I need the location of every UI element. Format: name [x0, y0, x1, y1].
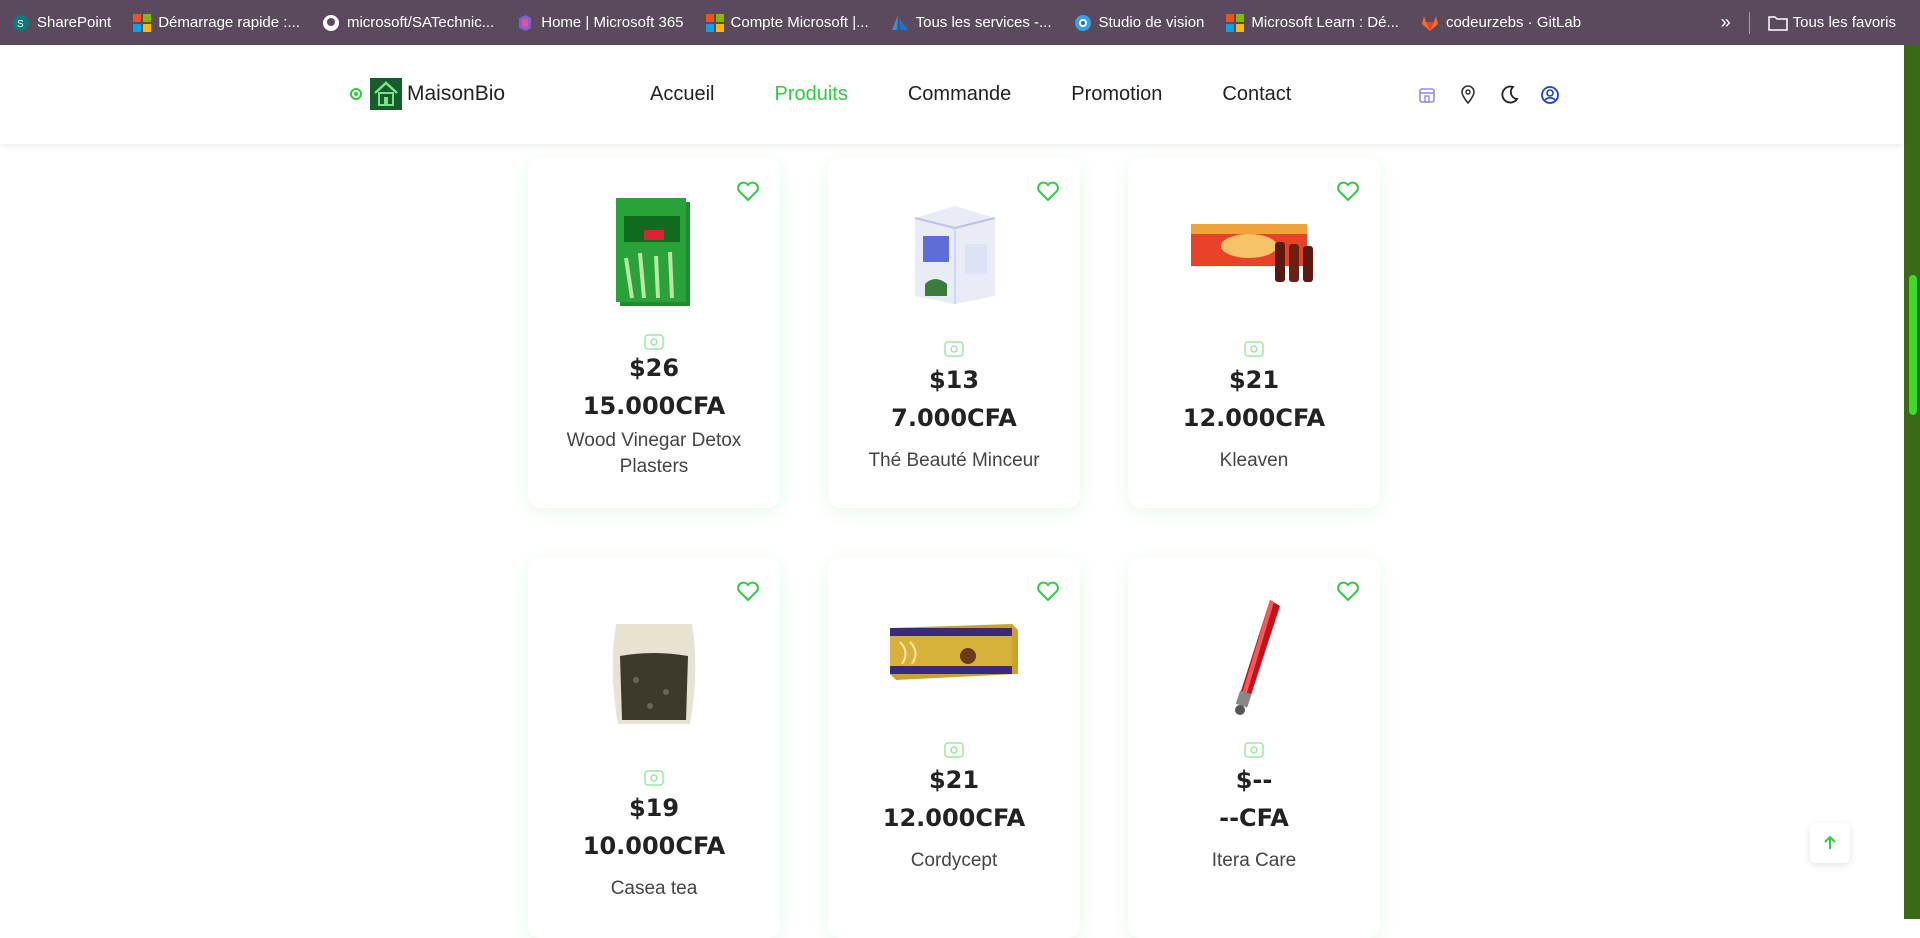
product-card[interactable]: $26 15.000CFA Wood Vinegar Detox Plaster…: [528, 158, 780, 508]
bookmark-label: Tous les services -...: [915, 14, 1052, 31]
price-usd: $26: [628, 354, 680, 382]
eye-icon[interactable]: [1244, 742, 1264, 758]
product-image[interactable]: [888, 622, 1020, 686]
bookmark-compte[interactable]: Compte Microsoft |...: [705, 13, 869, 32]
price-cfa: 10.000CFA: [582, 832, 726, 860]
bookmark-gitlab[interactable]: codeurzebs · GitLab: [1421, 14, 1581, 32]
microsoft-icon: [1226, 13, 1245, 32]
bookmark-label: Studio de vision: [1098, 14, 1205, 31]
bookmark-vision[interactable]: Studio de vision: [1074, 14, 1205, 32]
heart-icon[interactable]: [1036, 580, 1060, 602]
price-cfa: 15.000CFA: [582, 392, 726, 420]
product-name: Itera Care: [1211, 850, 1297, 871]
price-cfa: --CFA: [1219, 804, 1289, 832]
product-name: Cordycept: [910, 850, 998, 871]
product-image[interactable]: [1224, 598, 1284, 722]
eye-icon[interactable]: [944, 341, 964, 357]
price-cfa: 12.000CFA: [882, 804, 1026, 832]
sharepoint-icon: S: [12, 14, 30, 32]
bookmark-label: microsoft/SATechnic...: [346, 14, 495, 31]
bookmarks-divider: [1748, 11, 1750, 34]
user-icon[interactable]: [1538, 83, 1562, 107]
heart-icon[interactable]: [736, 180, 760, 202]
product-card[interactable]: $13 7.000CFA Thé Beauté Minceur: [828, 158, 1080, 508]
svg-text:S: S: [17, 19, 24, 30]
header-icons: [1415, 83, 1579, 107]
site-header: MaisonBio Accueil Produits Commande Prom…: [0, 45, 1904, 144]
price-cfa: 12.000CFA: [1182, 404, 1326, 432]
price-usd: $--: [1235, 766, 1273, 794]
microsoft-icon: [705, 13, 724, 32]
location-icon[interactable]: [1456, 83, 1480, 107]
price-usd: $21: [1228, 366, 1280, 394]
gitlab-icon: [1421, 14, 1439, 32]
bookmark-github[interactable]: microsoft/SATechnic...: [322, 14, 494, 32]
bookmark-demarrage[interactable]: Démarrage rapide :...: [133, 13, 300, 32]
price-usd: $21: [928, 766, 980, 794]
product-image[interactable]: [606, 620, 702, 734]
arrow-up-icon: [1824, 835, 1836, 849]
azure-icon: [891, 14, 909, 32]
product-card[interactable]: $-- --CFA Itera Care: [1128, 558, 1380, 938]
heart-icon[interactable]: [736, 580, 760, 602]
status-dot-icon: [350, 88, 362, 100]
page-scrollbar[interactable]: [1904, 45, 1920, 919]
product-image[interactable]: [1189, 218, 1319, 292]
bookmark-label: codeurzebs · GitLab: [1445, 14, 1582, 31]
brand-logo[interactable]: MaisonBio: [350, 78, 505, 110]
price-cfa: 7.000CFA: [891, 404, 1017, 432]
favorites-label: Tous les favoris: [1792, 14, 1896, 31]
product-name: Thé Beauté Minceur: [868, 450, 1040, 471]
house-logo-icon: [370, 78, 402, 110]
store-icon[interactable]: [1415, 83, 1439, 107]
product-image[interactable]: [614, 198, 694, 312]
moon-icon[interactable]: [1497, 83, 1521, 107]
m365-icon: [516, 14, 534, 32]
more-bookmarks-button[interactable]: »: [1721, 12, 1731, 33]
product-name: Wood Vinegar Detox Plasters: [566, 430, 742, 477]
product-card[interactable]: $21 12.000CFA Cordycept: [828, 558, 1080, 938]
scrollbar-thumb[interactable]: [1909, 275, 1917, 415]
vision-icon: [1074, 14, 1092, 32]
brand-name: MaisonBio: [407, 82, 506, 105]
nav-produits[interactable]: Produits: [774, 83, 847, 106]
eye-icon[interactable]: [944, 742, 964, 758]
product-name: Casea tea: [610, 878, 698, 899]
nav-accueil[interactable]: Accueil: [650, 83, 714, 106]
heart-icon[interactable]: [1036, 180, 1060, 202]
nav-contact[interactable]: Contact: [1222, 83, 1291, 106]
bookmark-label: Home | Microsoft 365: [541, 14, 684, 31]
bookmark-sharepoint[interactable]: S SharePoint: [12, 14, 111, 32]
bookmarks-bar: S SharePoint Démarrage rapide :... micro…: [0, 0, 1920, 45]
eye-icon[interactable]: [1244, 341, 1264, 357]
bookmark-learn[interactable]: Microsoft Learn : Dé...: [1226, 13, 1399, 32]
product-card[interactable]: $19 10.000CFA Casea tea: [528, 558, 780, 938]
bookmark-label: Compte Microsoft |...: [730, 14, 869, 31]
bookmark-azure[interactable]: Tous les services -...: [891, 14, 1052, 32]
bookmark-label: Microsoft Learn : Dé...: [1251, 14, 1399, 31]
nav-promotion[interactable]: Promotion: [1071, 83, 1162, 106]
all-favorites-button[interactable]: Tous les favoris: [1767, 14, 1896, 32]
bookmark-label: Démarrage rapide :...: [158, 14, 300, 31]
bookmark-m365[interactable]: Home | Microsoft 365: [516, 14, 684, 32]
product-name: Kleaven: [1219, 450, 1289, 471]
product-image[interactable]: [911, 204, 997, 310]
heart-icon[interactable]: [1336, 180, 1360, 202]
github-icon: [322, 14, 340, 32]
nav-commande[interactable]: Commande: [908, 83, 1011, 106]
heart-icon[interactable]: [1336, 580, 1360, 602]
eye-icon[interactable]: [644, 334, 664, 350]
microsoft-icon: [133, 13, 152, 32]
price-usd: $13: [928, 366, 980, 394]
eye-icon[interactable]: [644, 770, 664, 786]
product-card[interactable]: $21 12.000CFA Kleaven: [1128, 158, 1380, 508]
back-to-top-button[interactable]: [1810, 823, 1850, 863]
folder-icon: [1767, 14, 1788, 32]
bookmark-label: SharePoint: [37, 14, 112, 31]
main-nav: Accueil Produits Commande Promotion Cont…: [650, 83, 1351, 106]
price-usd: $19: [628, 794, 680, 822]
